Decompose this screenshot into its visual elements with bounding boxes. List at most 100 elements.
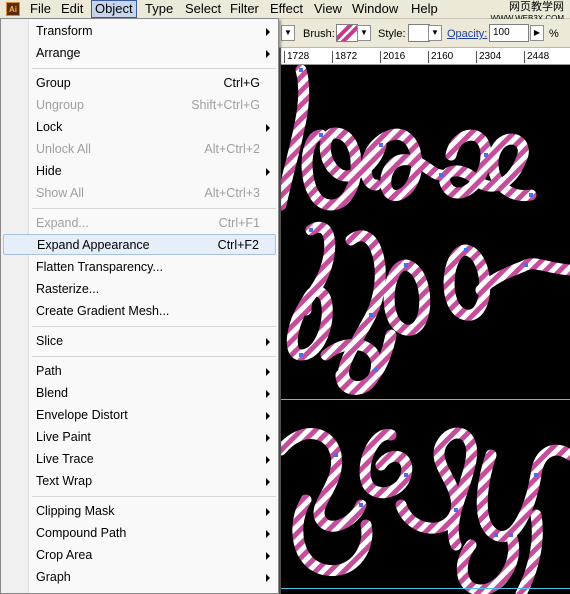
- artboard-canvas[interactable]: [281, 65, 570, 594]
- menu-item-live-paint[interactable]: Live Paint: [3, 427, 276, 448]
- ruler-tick: 1872: [332, 51, 357, 63]
- menu-item-shortcut: Ctrl+F1: [218, 216, 260, 230]
- menu-item-label: Blend: [36, 386, 68, 400]
- submenu-arrow-icon: [266, 338, 270, 346]
- menu-item-live-trace[interactable]: Live Trace: [3, 449, 276, 470]
- style-label: Style:: [378, 28, 406, 40]
- watermark-title: 网页教学网: [509, 1, 564, 13]
- submenu-arrow-icon: [266, 478, 270, 486]
- style-swatch[interactable]: [408, 24, 430, 42]
- guide-line[interactable]: [281, 399, 570, 400]
- horizontal-ruler: 1728 1872 2016 2160 2304 2448: [281, 48, 570, 65]
- submenu-arrow-icon: [266, 390, 270, 398]
- menu-item-label: Show All: [36, 186, 84, 200]
- menu-separator: [32, 496, 276, 497]
- style-dropdown-icon[interactable]: ▼: [428, 25, 442, 41]
- menu-item-label: Graph: [36, 570, 71, 584]
- menu-item-slice[interactable]: Slice: [3, 331, 276, 352]
- menu-item-hide[interactable]: Hide: [3, 161, 276, 182]
- ruler-tick: 2304: [476, 51, 501, 63]
- menu-item-group[interactable]: Group Ctrl+G: [3, 73, 276, 94]
- submenu-arrow-icon: [266, 530, 270, 538]
- submenu-arrow-icon: [266, 412, 270, 420]
- brush-dropdown-icon[interactable]: ▼: [357, 25, 371, 41]
- menu-edit[interactable]: Edit: [61, 0, 83, 18]
- menu-view[interactable]: View: [314, 0, 342, 18]
- brush-swatch[interactable]: [336, 24, 358, 42]
- menu-item-text-wrap[interactable]: Text Wrap: [3, 471, 276, 492]
- object-menu: Transform Arrange Group Ctrl+G Ungroup S…: [0, 18, 279, 594]
- menu-item-label: Envelope Distort: [36, 408, 128, 422]
- menu-item-clipping-mask[interactable]: Clipping Mask: [3, 501, 276, 522]
- menu-item-ungroup[interactable]: Ungroup Shift+Ctrl+G: [3, 95, 276, 116]
- menu-item-expand[interactable]: Expand... Ctrl+F1: [3, 213, 276, 234]
- menu-item-label: Live Trace: [36, 452, 94, 466]
- menu-item-create-gradient-mesh[interactable]: Create Gradient Mesh...: [3, 301, 276, 322]
- menu-item-label: Hide: [36, 164, 62, 178]
- menu-item-envelope-distort[interactable]: Envelope Distort: [3, 405, 276, 426]
- submenu-arrow-icon: [266, 552, 270, 560]
- submenu-arrow-icon: [266, 574, 270, 582]
- app-logo-icon: Ai: [6, 2, 20, 16]
- menu-item-label: Path: [36, 364, 62, 378]
- opacity-arrow-icon[interactable]: ▶: [530, 25, 544, 41]
- menu-item-label: Unlock All: [36, 142, 91, 156]
- ruler-tick: 2016: [380, 51, 405, 63]
- menu-item-label: Slice: [36, 334, 64, 348]
- menu-item-graph[interactable]: Graph: [3, 567, 276, 588]
- menu-window[interactable]: Window: [352, 0, 398, 18]
- opacity-unit: %: [549, 28, 559, 40]
- menu-separator: [32, 208, 276, 209]
- guide-line[interactable]: [281, 588, 570, 589]
- menu-item-label: Transform: [36, 24, 93, 38]
- menu-item-expand-appearance[interactable]: Expand Appearance Ctrl+F2: [3, 234, 276, 255]
- menu-item-shortcut: Ctrl+F2: [217, 238, 259, 252]
- ruler-tick: 1728: [284, 51, 309, 63]
- menu-item-label: Expand Appearance: [37, 238, 150, 252]
- submenu-arrow-icon: [266, 368, 270, 376]
- brush-label: Brush:: [303, 28, 335, 40]
- menu-item-arrange[interactable]: Arrange: [3, 43, 276, 64]
- submenu-arrow-icon: [266, 434, 270, 442]
- menu-separator: [32, 356, 276, 357]
- menu-file[interactable]: File: [30, 0, 51, 18]
- menu-item-label: Lock: [36, 120, 63, 134]
- menu-item-crop-area[interactable]: Crop Area: [3, 545, 276, 566]
- menu-item-shortcut: Alt+Ctrl+3: [204, 186, 260, 200]
- ruler-tick: 2448: [524, 51, 549, 63]
- menu-item-label: Expand...: [36, 216, 89, 230]
- submenu-arrow-icon: [266, 124, 270, 132]
- menu-item-shortcut: Shift+Ctrl+G: [191, 98, 260, 112]
- menu-item-label: Compound Path: [36, 526, 127, 540]
- menu-item-transform[interactable]: Transform: [3, 21, 276, 42]
- menu-item-label: Rasterize...: [36, 282, 100, 296]
- menu-item-shortcut: Ctrl+G: [223, 76, 260, 90]
- menu-item-path[interactable]: Path: [3, 361, 276, 382]
- menu-separator: [32, 326, 276, 327]
- menu-item-label: Group: [36, 76, 71, 90]
- menu-item-lock[interactable]: Lock: [3, 117, 276, 138]
- menu-item-rasterize[interactable]: Rasterize...: [3, 279, 276, 300]
- menu-object[interactable]: Object: [91, 0, 137, 18]
- opacity-label[interactable]: Opacity:: [447, 28, 487, 40]
- submenu-arrow-icon: [266, 508, 270, 516]
- menu-item-compound-path[interactable]: Compound Path: [3, 523, 276, 544]
- menu-item-label: Arrange: [36, 46, 81, 60]
- submenu-arrow-icon: [266, 50, 270, 58]
- menu-item-shortcut: Alt+Ctrl+2: [204, 142, 260, 156]
- menu-item-unlock-all[interactable]: Unlock All Alt+Ctrl+2: [3, 139, 276, 160]
- menu-item-flatten-transparency[interactable]: Flatten Transparency...: [3, 257, 276, 278]
- menu-type[interactable]: Type: [145, 0, 173, 18]
- opacity-input[interactable]: 100: [489, 24, 529, 42]
- stroke-weight-dropdown[interactable]: ▼: [281, 25, 295, 41]
- menu-effect[interactable]: Effect: [270, 0, 303, 18]
- menu-item-show-all[interactable]: Show All Alt+Ctrl+3: [3, 183, 276, 204]
- menu-filter[interactable]: Filter: [230, 0, 259, 18]
- menu-select[interactable]: Select: [185, 0, 221, 18]
- menu-item-label: Live Paint: [36, 430, 91, 444]
- menu-item-label: Clipping Mask: [36, 504, 115, 518]
- menu-item-blend[interactable]: Blend: [3, 383, 276, 404]
- menu-help[interactable]: Help: [411, 0, 438, 18]
- menu-item-label: Flatten Transparency...: [36, 260, 163, 274]
- menu-bar: Ai File Edit Object Type Select Filter E…: [0, 0, 570, 23]
